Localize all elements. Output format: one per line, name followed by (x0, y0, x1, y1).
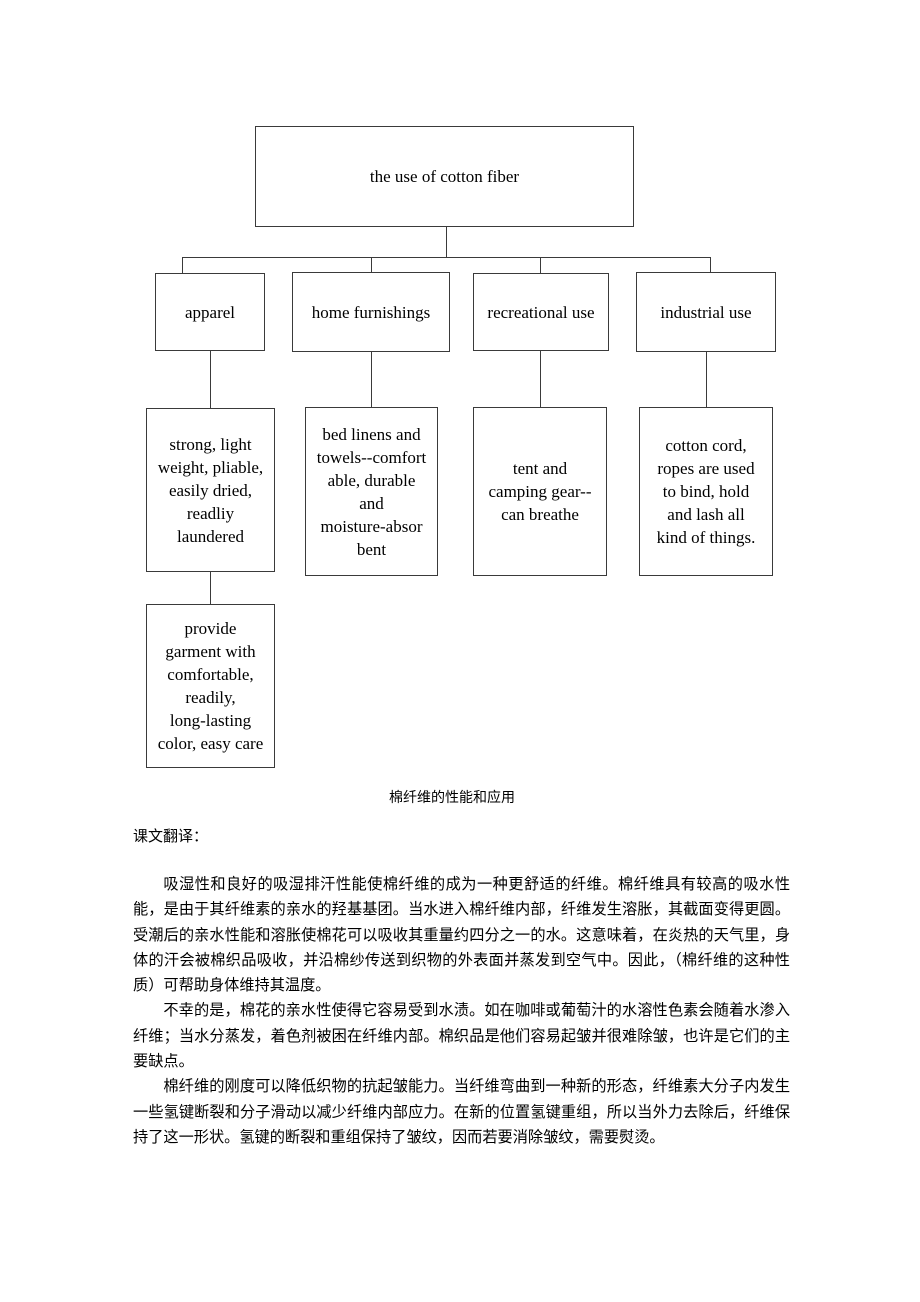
connector-industrial-use-to-detail (706, 352, 707, 407)
body-paragraph: 不幸的是，棉花的亲水性使得它容易受到水渍。如在咖啡或葡萄汁的水溶性色素会随着水渗… (133, 1001, 790, 1071)
diagram-node-apparel: apparel (155, 273, 265, 351)
document-page: the use of cotton fiber apparel home fur… (0, 0, 920, 1302)
connector-drop-recreational-use (540, 257, 541, 273)
connector-drop-industrial-use (710, 257, 711, 273)
body-paragraph: 吸湿性和良好的吸湿排汗性能使棉纤维的成为一种更舒适的纤维。棉纤维具有较高的吸水性… (133, 875, 790, 995)
diagram-node-home-furnishings-label: home furnishings (311, 302, 431, 322)
translation-body: 吸湿性和良好的吸湿排汗性能使棉纤维的成为一种更舒适的纤维。棉纤维具有较高的吸水性… (133, 872, 790, 1150)
diagram-node-recreational-use: recreational use (473, 273, 609, 351)
body-paragraph: 棉纤维的刚度可以降低织物的抗起皱能力。当纤维弯曲到一种新的形态，纤维素大分子内发… (133, 1077, 790, 1146)
cotton-fiber-tree-diagram: the use of cotton fiber apparel home fur… (0, 0, 920, 800)
diagram-node-recreational-use-detail-label: tent and camping gear-- can breathe (488, 459, 592, 524)
translation-subheading: 课文翻译： (133, 827, 209, 845)
diagram-node-industrial-use-label: industrial use (660, 302, 752, 322)
diagram-node-apparel-detail: strong, light weight, pliable, easily dr… (146, 408, 275, 572)
diagram-node-industrial-use-detail: cotton cord, ropes are used to bind, hol… (639, 407, 773, 576)
diagram-node-recreational-use-label: recreational use (487, 302, 595, 322)
diagram-node-home-furnishings-detail-label: bed linens and towels--comfort able, dur… (316, 424, 427, 559)
connector-apparel-detail-to-subdetail (210, 572, 211, 604)
diagram-caption: 棉纤维的性能和应用 (389, 790, 515, 806)
diagram-node-apparel-subdetail: provide garment with comfortable, readil… (146, 604, 275, 768)
connector-drop-apparel (182, 257, 183, 273)
connector-recreational-use-to-detail (540, 351, 541, 407)
diagram-node-root: the use of cotton fiber (255, 126, 634, 227)
diagram-node-home-furnishings-detail: bed linens and towels--comfort able, dur… (305, 407, 438, 576)
diagram-node-apparel-detail-label: strong, light weight, pliable, easily dr… (157, 434, 264, 546)
connector-home-furnishings-to-detail (371, 352, 372, 407)
diagram-node-apparel-subdetail-label: provide garment with comfortable, readil… (157, 619, 264, 753)
diagram-node-home-furnishings: home furnishings (292, 272, 450, 352)
diagram-node-recreational-use-detail: tent and camping gear-- can breathe (473, 407, 607, 576)
diagram-node-industrial-use: industrial use (636, 272, 776, 352)
diagram-node-apparel-label: apparel (184, 302, 236, 322)
diagram-node-industrial-use-detail-label: cotton cord, ropes are used to bind, hol… (656, 436, 756, 547)
connector-apparel-to-detail (210, 351, 211, 408)
diagram-node-root-label: the use of cotton fiber (369, 167, 520, 186)
connector-drop-home-furnishings (371, 257, 372, 273)
connector-root-stem (446, 227, 447, 257)
connector-root-bus (182, 257, 711, 258)
